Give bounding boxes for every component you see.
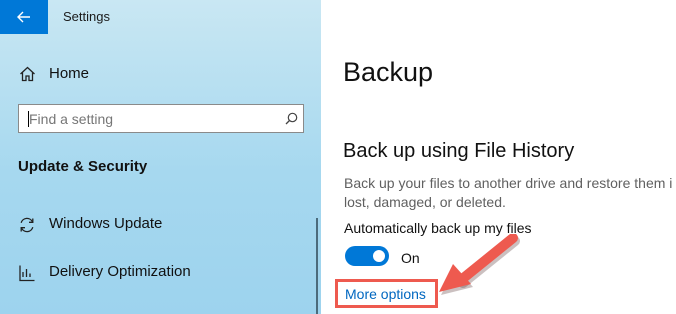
sidebar-item-delivery-optimization[interactable]: Delivery Optimization — [0, 257, 321, 287]
section-description: Back up your files to another drive and … — [344, 174, 676, 212]
section-title: Update & Security — [18, 158, 148, 175]
description-line: Back up your files to another drive and … — [344, 175, 673, 191]
delivery-optimization-icon — [19, 265, 35, 282]
back-arrow-icon — [17, 11, 30, 23]
toggle-state-label: On — [401, 250, 420, 266]
title-bar: Settings — [0, 0, 321, 34]
more-options-link[interactable]: More options — [345, 286, 426, 302]
sidebar-item-home[interactable]: Home — [0, 60, 321, 88]
annotation-arrow-icon — [439, 234, 520, 295]
auto-backup-toggle[interactable] — [345, 246, 389, 266]
toggle-knob — [373, 250, 385, 262]
search-icon[interactable] — [285, 112, 298, 125]
sidebar-item-windows-update[interactable]: Windows Update — [0, 209, 321, 239]
back-button[interactable] — [0, 0, 48, 34]
app-title: Settings — [63, 9, 110, 24]
home-icon — [20, 66, 35, 82]
description-line: lost, damaged, or deleted. — [344, 194, 506, 210]
search-box[interactable] — [18, 104, 304, 133]
refresh-icon — [20, 217, 34, 233]
sidebar-scrollbar[interactable] — [316, 218, 318, 314]
section-heading: Back up using File History — [343, 140, 575, 162]
sidebar: Settings Home Update & Security Windows … — [0, 0, 321, 314]
search-input[interactable] — [29, 109, 277, 129]
sidebar-item-label: Home — [49, 65, 90, 82]
sidebar-item-label: Windows Update — [49, 215, 163, 232]
page-title: Backup — [343, 57, 434, 87]
sidebar-item-label: Delivery Optimization — [49, 263, 191, 280]
